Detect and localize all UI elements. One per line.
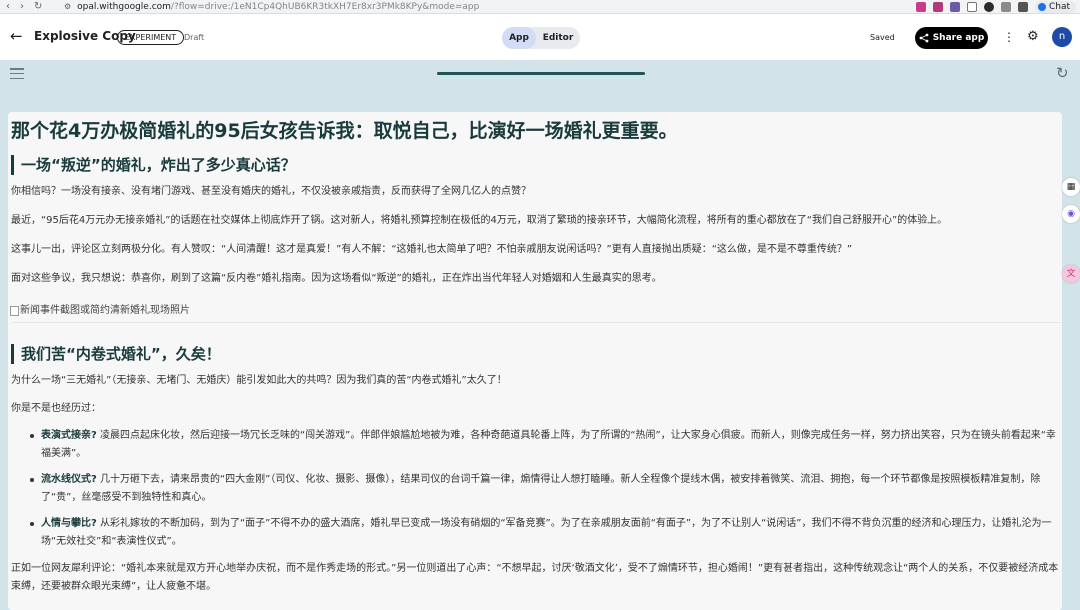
list-item-text: 凌晨四点起床化妆，然后迎接一场冗长乏味的“闯关游戏”。伴郎伴娘尴尬地被为难，各种…: [41, 430, 1056, 459]
assistant-icon[interactable]: ◉: [1062, 205, 1080, 223]
experiment-badge: EXPERIMENT: [117, 30, 185, 45]
section-heading: 一场“叛逆”的婚礼，炸出了多少真心话？: [11, 155, 1062, 175]
list-item-term: 表演式接亲?: [41, 430, 97, 441]
share-icon: [919, 33, 929, 43]
scissors-icon[interactable]: [966, 1, 977, 12]
image-alt-text: 新闻事件截图或简约清新婚礼现场照片: [20, 305, 190, 316]
back-arrow-icon[interactable]: ‹: [6, 1, 10, 12]
forward-arrow-icon[interactable]: ›: [20, 1, 24, 12]
more-options-icon[interactable]: ⋮: [1003, 30, 1015, 44]
paragraph: 你相信吗？一场没有接亲、没有堵门游戏、甚至没有婚庆的婚礼，不仅没被亲戚指责，反而…: [11, 186, 531, 197]
list-item: 表演式接亲? 凌晨四点起床化妆，然后迎接一场冗长乏味的“闯关游戏”。伴郎伴娘尴尬…: [30, 427, 1062, 463]
draft-status: Draft: [184, 33, 205, 42]
list-item-term: 人情与攀比?: [41, 518, 97, 529]
extension-icon[interactable]: [932, 1, 943, 12]
extension-icon[interactable]: [915, 1, 926, 12]
list-item-text: 从彩礼嫁妆的不断加码，到为了“面子”不得不办的盛大酒席，婚礼早已变成一场没有硝烟…: [41, 518, 1052, 547]
tab-app[interactable]: App: [502, 27, 536, 49]
list-item-term: 流水线仪式?: [41, 474, 97, 485]
paragraph: 这事儿一出，评论区立刻两极分化。有人赞叹：“人间清醒！这才是真爱！”有人不解：“…: [11, 244, 853, 255]
browser-nav: ‹ › ↻: [0, 1, 64, 12]
divider: [11, 322, 1062, 323]
chat-button[interactable]: Chat: [1034, 0, 1076, 13]
site-info-icon[interactable]: ⚙: [64, 2, 71, 11]
mode-toggle: App Editor: [502, 27, 580, 49]
paragraph: 正如一位网友犀利评论：“婚礼本来就是双方开心地举办庆祝，而不是作秀走场的形式。”…: [11, 563, 1059, 592]
chat-icon: [1037, 2, 1046, 11]
avatar[interactable]: n: [1052, 27, 1072, 47]
extensions-bar: Chat: [915, 0, 1080, 13]
copy-icon[interactable]: [1000, 1, 1011, 12]
translate-icon[interactable]: 文: [1062, 265, 1080, 283]
list-item: 流水线仪式? 几十万砸下去，请来昂贵的“四大金刚”（司仪、化妆、摄影、摄像），结…: [30, 471, 1062, 507]
broken-image-icon: [10, 306, 19, 316]
chat-label: Chat: [1048, 1, 1070, 12]
saved-status: Saved: [870, 33, 895, 42]
image-placeholder: 新闻事件截图或简约清新婚礼现场照片: [10, 304, 1062, 318]
back-icon[interactable]: ←: [10, 28, 23, 44]
output-card: 那个花4万办极简婚礼的95后女孩告诉我：取悦自己，比演好一场婚礼更重要。 一场“…: [8, 112, 1062, 610]
settings-gear-icon[interactable]: ⚙: [1027, 30, 1039, 44]
app-workspace: ↻ 那个花4万办极简婚礼的95后女孩告诉我：取悦自己，比演好一场婚礼更重要。 一…: [0, 60, 1080, 610]
section-heading: 我们苦“内卷式婚礼”，久矣！: [11, 344, 1062, 364]
article: 那个花4万办极简婚礼的95后女孩告诉我：取悦自己，比演好一场婚礼更重要。 一场“…: [8, 118, 1062, 596]
share-label: Share app: [932, 33, 985, 43]
address-bar[interactable]: ⚙ opal.withgoogle.com/?flow=drive:/1eN1C…: [64, 2, 916, 12]
bullet-list: 表演式接亲? 凌晨四点起床化妆，然后迎接一场冗长乏味的“闯关游戏”。伴郎伴娘尴尬…: [11, 427, 1062, 551]
puzzle-icon[interactable]: [1017, 1, 1028, 12]
app-header: ← Explosive Copy EXPERIMENT Draft App Ed…: [0, 14, 1080, 60]
paragraph: 面对这些争议，我只想说：恭喜你，刷到了这篇“反内卷”婚礼指南。因为这场看似“叛逆…: [11, 273, 662, 284]
list-item: 人情与攀比? 从彩礼嫁妆的不断加码，到为了“面子”不得不办的盛大酒席，婚礼早已变…: [30, 515, 1062, 551]
paragraph: 你是不是也经历过：: [11, 403, 101, 414]
reload-icon[interactable]: ↻: [34, 1, 42, 12]
share-app-button[interactable]: Share app: [915, 27, 988, 49]
extension-icon[interactable]: [983, 1, 994, 12]
article-title: 那个花4万办极简婚礼的95后女孩告诉我：取悦自己，比演好一场婚礼更重要。: [11, 120, 678, 142]
url-host: opal.withgoogle.com: [77, 1, 171, 12]
tab-editor[interactable]: Editor: [536, 27, 580, 49]
list-item-text: 几十万砸下去，请来昂贵的“四大金刚”（司仪、化妆、摄影、摄像），结果司仪的台词千…: [41, 474, 1041, 503]
browser-toolbar: ‹ › ↻ ⚙ opal.withgoogle.com/?flow=drive:…: [0, 0, 1080, 14]
output-toolbar: ↻: [0, 60, 1080, 94]
menu-icon[interactable]: [10, 68, 24, 79]
refresh-icon[interactable]: ↻: [1056, 65, 1069, 81]
progress-bar: [437, 72, 645, 75]
extension-icon[interactable]: [949, 1, 960, 12]
grid-icon[interactable]: ▦: [1062, 178, 1080, 196]
paragraph: 最近，“95后花4万元办无接亲婚礼”的话题在社交媒体上彻底炸开了锅。这对新人，将…: [11, 215, 948, 226]
url-path: /?flow=drive:/1eN1Cp4QhUB6KR3tkXH7Er8xr3…: [170, 1, 480, 12]
paragraph: 为什么一场“三无婚礼”（无接亲、无堵门、无婚庆）能引发如此大的共鸣？因为我们真的…: [11, 375, 507, 386]
